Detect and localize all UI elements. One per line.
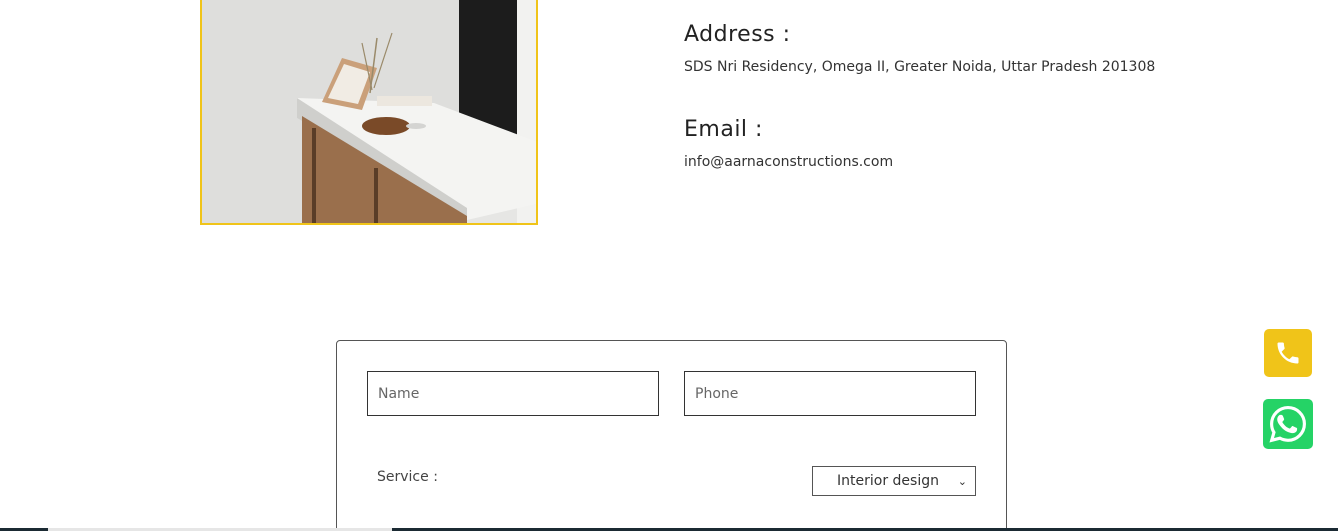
name-input[interactable] [367, 371, 659, 416]
address-text: SDS Nri Residency, Omega II, Greater Noi… [684, 59, 1156, 75]
email-block: Email : info@aarnaconstructions.com [684, 117, 893, 170]
address-heading: Address : [684, 22, 791, 47]
contact-form: Service : Interior design ⌄ [336, 340, 1007, 531]
service-selected-value: Interior design [837, 473, 939, 489]
phone-input[interactable] [684, 371, 976, 416]
whatsapp-icon [1269, 406, 1306, 443]
email-heading: Email : [684, 117, 763, 142]
address-block: Address : SDS Nri Residency, Omega II, G… [684, 22, 1155, 75]
interior-photo [200, 0, 538, 225]
phone-icon [1277, 342, 1299, 364]
chevron-down-icon: ⌄ [957, 474, 967, 488]
email-link[interactable]: info@aarnaconstructions.com [684, 154, 893, 170]
reception-desk-image [202, 0, 536, 223]
call-button[interactable] [1264, 329, 1312, 377]
whatsapp-button[interactable] [1263, 399, 1313, 449]
service-select[interactable]: Interior design ⌄ [812, 466, 976, 496]
service-label: Service : [377, 469, 438, 485]
